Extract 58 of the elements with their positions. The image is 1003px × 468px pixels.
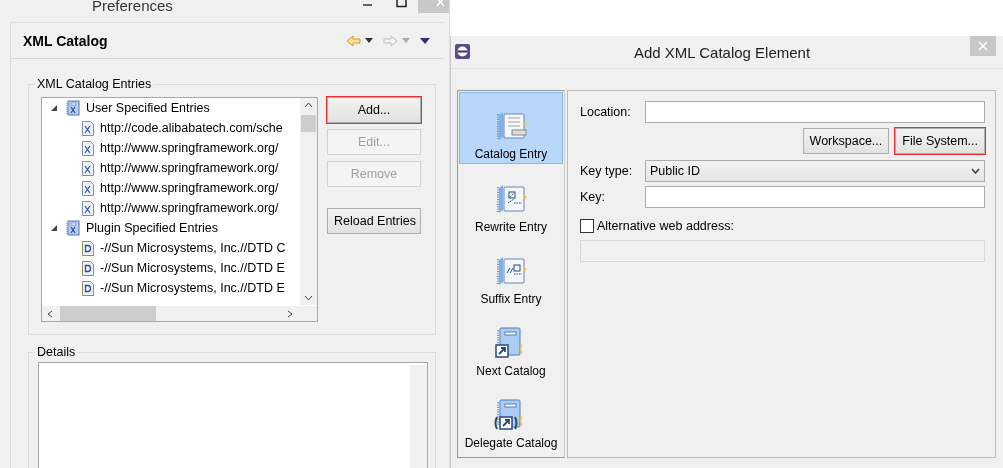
tree-item[interactable]: http://www.springframework.org/ [100, 201, 279, 215]
field-label: Key: [580, 190, 606, 204]
catalog-icon [66, 220, 80, 236]
category-item[interactable]: Suffix Entry [459, 236, 563, 308]
chevron-down-icon [971, 168, 980, 174]
scroll-right-icon[interactable] [287, 310, 293, 318]
tree-item[interactable]: Plugin Specified Entries [86, 221, 219, 235]
horizontal-scrollbar[interactable] [42, 306, 317, 321]
category-item[interactable]: Rewrite Entry [459, 164, 563, 236]
dialog-title: Add XML Catalog Element [632, 43, 812, 61]
tree-item[interactable]: -//Sun Microsystems, Inc.//DTD C [100, 241, 286, 255]
field-label: Location: [580, 105, 632, 119]
dtd-file-icon [82, 280, 94, 296]
scroll-up-icon[interactable] [304, 102, 313, 108]
tree-item[interactable]: -//Sun Microsystems, Inc.//DTD E [100, 281, 285, 295]
xml-file-icon [82, 140, 94, 156]
xml-file-icon [82, 120, 94, 136]
tree-item[interactable]: http://www.springframework.org/ [100, 141, 279, 155]
category-item[interactable]: Delegate Catalog [459, 380, 563, 452]
group-label: Details [36, 345, 77, 359]
catalog-tree[interactable] [41, 97, 318, 322]
category-item[interactable]: Catalog Entry [459, 92, 563, 164]
dropdown-icon[interactable] [365, 38, 373, 43]
close-icon [978, 41, 988, 51]
collapse-icon[interactable] [50, 104, 58, 112]
dtd-file-icon [82, 240, 94, 256]
window-title: Preferences [92, 0, 173, 14]
key-field[interactable] [645, 186, 985, 208]
tree-item[interactable]: http://www.springframework.org/ [100, 181, 279, 195]
tree-item[interactable]: -//Sun Microsystems, Inc.//DTD E [100, 261, 285, 275]
tree-item[interactable]: User Specified Entries [86, 101, 210, 115]
group-label: XML Catalog Entries [36, 77, 153, 91]
tree-item[interactable]: http://www.springframework.org/ [100, 161, 279, 175]
maximize-icon [395, 0, 407, 8]
key-type-dropdown[interactable]: Public ID [645, 160, 985, 182]
scroll-left-icon[interactable] [47, 310, 53, 318]
scroll-down-icon[interactable] [304, 295, 313, 301]
tree-item[interactable]: http://code.alibabatech.com/sche [100, 121, 283, 135]
workspace-button[interactable]: Workspace... [802, 128, 890, 154]
vertical-scrollbar[interactable] [300, 98, 317, 305]
field-label: Key type: [580, 164, 634, 178]
location-field[interactable] [645, 101, 985, 123]
xml-file-icon [82, 180, 94, 196]
catalog-icon [66, 100, 80, 116]
app-icon [454, 43, 471, 60]
scrollbar-thumb[interactable] [60, 306, 156, 321]
add-button[interactable]: Add... [327, 97, 421, 123]
dtd-file-icon [82, 260, 94, 276]
xml-file-icon [82, 160, 94, 176]
reload-button[interactable]: Reload Entries [327, 208, 421, 234]
collapse-icon[interactable] [50, 224, 58, 232]
xml-file-icon [82, 200, 94, 216]
scrollbar-thumb[interactable] [301, 115, 316, 132]
close-icon [436, 0, 446, 7]
category-item[interactable]: Next Catalog [459, 308, 563, 380]
page-title: XML Catalog [23, 32, 108, 49]
menu-icon[interactable] [420, 37, 430, 44]
file-system-button[interactable]: File System... [895, 128, 985, 154]
